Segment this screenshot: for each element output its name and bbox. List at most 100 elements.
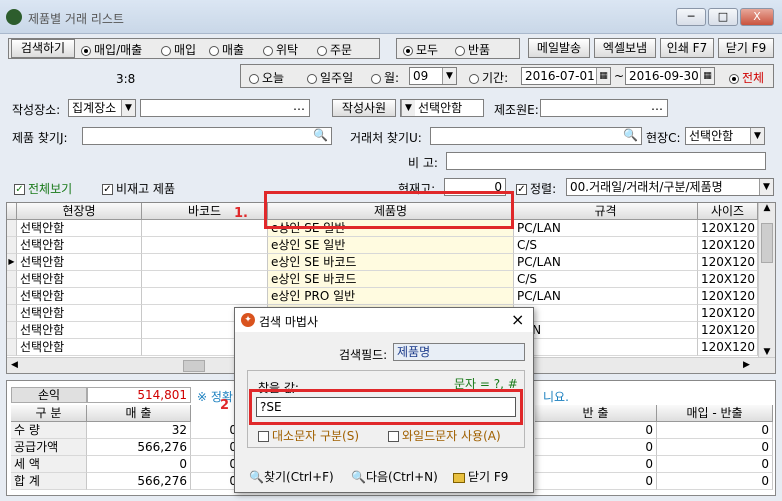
grid-cell[interactable]: LAN (514, 322, 698, 339)
grid-cell[interactable]: C/S (514, 271, 698, 288)
grid-cell[interactable] (142, 254, 268, 271)
grid-cell[interactable]: 120X120 (698, 305, 758, 322)
sort-checkbox[interactable]: ✓ 정렬: (516, 180, 556, 197)
close-window-button[interactable]: X (740, 8, 774, 26)
grid-cell[interactable]: 120X120 (698, 237, 758, 254)
dialog-close-icon[interactable]: × (511, 310, 524, 329)
row-indicator[interactable] (7, 339, 17, 356)
grid-cell[interactable] (142, 271, 268, 288)
customer-search-field[interactable]: 🔍 (430, 127, 642, 145)
grid-cell[interactable]: 120X120 (698, 288, 758, 305)
radio-return[interactable]: 반품 (455, 41, 490, 58)
grid-cell[interactable] (514, 339, 698, 356)
maker-field[interactable]: … (540, 99, 668, 117)
calendar-icon[interactable]: ▦ (700, 68, 714, 84)
grid-cell[interactable]: 선택안함 (17, 288, 142, 305)
minimize-button[interactable]: ─ (676, 8, 706, 26)
row-indicator[interactable] (7, 271, 17, 288)
more-icon[interactable]: … (651, 100, 663, 114)
radio-order[interactable]: 주문 (317, 41, 352, 58)
sort-select[interactable]: 00.거래일/거래처/구분/제품명 ▼ (566, 178, 774, 196)
dialog-close-button[interactable]: 닫기 F9 (453, 468, 508, 485)
radio-all-dates[interactable]: 전체 (729, 69, 764, 86)
grid-cell[interactable]: 120X120 (698, 322, 758, 339)
col-header-site[interactable]: 현장명 (17, 203, 142, 220)
product-search-field[interactable]: 🔍 (82, 127, 332, 145)
chevron-down-icon[interactable]: ▼ (121, 100, 135, 116)
grid-cell[interactable]: e상인 PRO 일반 (268, 288, 514, 305)
chevron-down-icon[interactable]: ▼ (401, 100, 415, 116)
date-to-field[interactable]: 2016-09-30 ▦ (625, 67, 715, 85)
close-button[interactable]: 닫기 F9 (718, 38, 774, 58)
grid-cell[interactable]: 120X120 (698, 339, 758, 356)
radio-buy[interactable]: 매입 (161, 41, 196, 58)
scroll-thumb[interactable] (761, 223, 773, 263)
grid-cell[interactable]: PC/LAN (514, 288, 698, 305)
col-header-spec[interactable]: 규격 (514, 203, 698, 220)
grid-cell[interactable]: C/S (514, 237, 698, 254)
scroll-down-icon[interactable]: ▼ (759, 347, 775, 357)
memo-field[interactable] (446, 152, 766, 170)
search-icon[interactable]: 🔍 (313, 128, 328, 143)
more-icon[interactable]: … (293, 100, 305, 114)
row-indicator[interactable] (7, 220, 17, 237)
search-button[interactable]: 검색하기 (11, 39, 75, 58)
grid-cell[interactable]: PC/LAN (514, 220, 698, 237)
hscroll-thumb[interactable] (183, 360, 205, 372)
radio-consign[interactable]: 위탁 (263, 41, 298, 58)
case-checkbox[interactable]: 대소문자 구분(S) (258, 427, 359, 444)
col-header-barcode[interactable]: 바코드 (142, 203, 268, 220)
grid-cell[interactable]: 선택안함 (17, 220, 142, 237)
grid-cell[interactable]: e상인 SE 일반 (268, 237, 514, 254)
grid-cell[interactable]: 선택안함 (17, 237, 142, 254)
chevron-down-icon[interactable]: ▼ (759, 179, 773, 195)
staff-button[interactable]: 작성사원 (332, 99, 396, 117)
grid-cell[interactable] (142, 288, 268, 305)
vertical-scrollbar[interactable]: ▲ ▼ (758, 203, 775, 357)
workplace-detail-field[interactable]: … (140, 99, 310, 117)
wildcard-checkbox[interactable]: 와일드문자 사용(A) (388, 427, 501, 444)
grid-cell[interactable]: 120X120 (698, 254, 758, 271)
grid-cell[interactable]: 120X120 (698, 220, 758, 237)
grid-cell[interactable] (142, 220, 268, 237)
radio-week[interactable]: 일주일 (307, 69, 353, 86)
print-button[interactable]: 인쇄 F7 (660, 38, 714, 58)
show-all-checkbox[interactable]: ✓ 전체보기 (14, 180, 72, 197)
grid-cell[interactable]: e상인 SE 바코드 (268, 271, 514, 288)
radio-buy-sell[interactable]: 매입/매출 (81, 41, 142, 58)
next-button[interactable]: 🔍다음(Ctrl+N) (351, 468, 438, 485)
workplace-select[interactable]: 집계장소 ▼ (68, 99, 136, 117)
scroll-right-icon[interactable]: ▶ (743, 360, 750, 370)
grid-cell[interactable]: e상인 SE 바코드 (268, 254, 514, 271)
col-header-size[interactable]: 사이즈 (698, 203, 758, 220)
grid-cell[interactable]: 선택안함 (17, 305, 142, 322)
chevron-down-icon[interactable]: ▼ (750, 128, 764, 144)
grid-cell[interactable]: 선택안함 (17, 254, 142, 271)
scroll-up-icon[interactable]: ▲ (759, 203, 775, 213)
grid-cell[interactable]: 120X120 (698, 271, 758, 288)
calendar-icon[interactable]: ▦ (596, 68, 610, 84)
radio-sell[interactable]: 매출 (209, 41, 244, 58)
radio-today[interactable]: 오늘 (249, 69, 284, 86)
row-indicator[interactable] (7, 237, 17, 254)
site-select[interactable]: 선택안함 ▼ (685, 127, 765, 145)
row-indicator[interactable] (7, 305, 17, 322)
maximize-button[interactable]: □ (708, 8, 738, 26)
grid-cell[interactable]: PC/LAN (514, 254, 698, 271)
chevron-down-icon[interactable]: ▼ (442, 68, 456, 84)
excel-button[interactable]: 엑셀보냄 (594, 38, 656, 58)
search-icon[interactable]: 🔍 (623, 128, 638, 143)
scroll-left-icon[interactable]: ◀ (11, 360, 18, 370)
staff-select[interactable]: ▼ 선택안함 (400, 99, 484, 117)
date-from-field[interactable]: 2016-07-01 ▦ (521, 67, 611, 85)
radio-period[interactable]: 기간: (469, 69, 508, 86)
grid-cell[interactable] (142, 237, 268, 254)
no-stock-checkbox[interactable]: ✓ 비재고 제품 (102, 180, 175, 197)
grid-cell[interactable]: 선택안함 (17, 322, 142, 339)
grid-cell[interactable] (514, 305, 698, 322)
row-indicator[interactable] (7, 322, 17, 339)
grid-cell[interactable]: 선택안함 (17, 271, 142, 288)
row-indicator[interactable] (7, 288, 17, 305)
grid-cell[interactable]: 선택안함 (17, 339, 142, 356)
row-indicator[interactable]: ▶ (7, 254, 17, 271)
